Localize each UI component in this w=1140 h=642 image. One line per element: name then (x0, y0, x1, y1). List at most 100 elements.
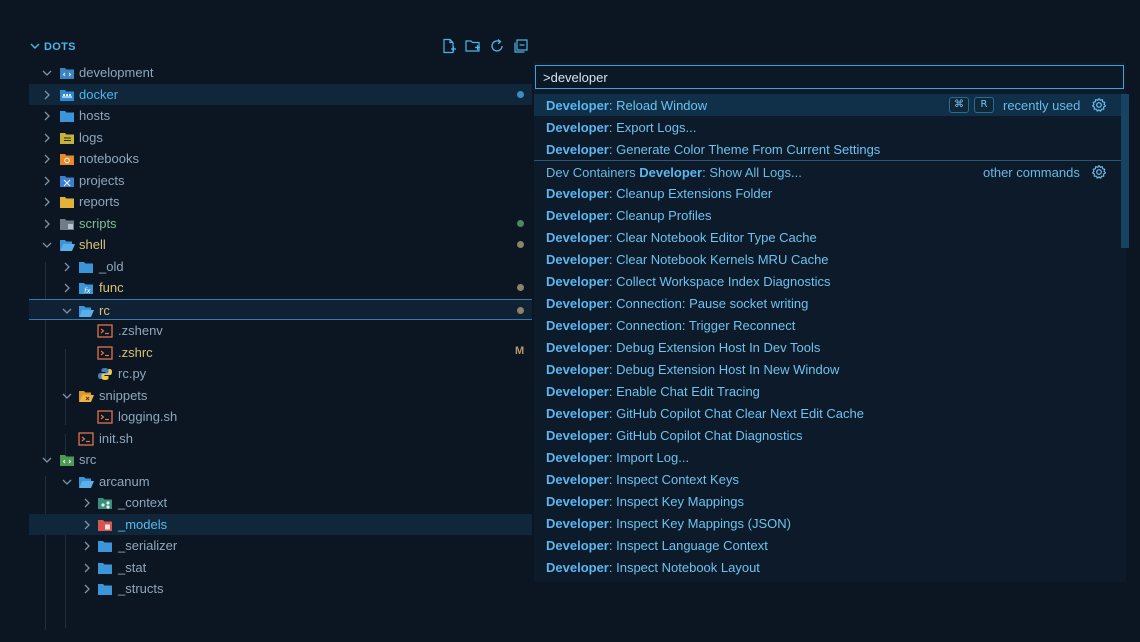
command-item[interactable]: Developer: Connection: Trigger Reconnect (534, 314, 1121, 336)
refresh-icon[interactable] (489, 38, 505, 54)
command-item[interactable]: Developer: Debug Extension Host In New W… (534, 358, 1121, 380)
shell-file-icon (97, 324, 113, 338)
command-item[interactable]: Developer: Clear Notebook Editor Type Ca… (534, 226, 1121, 248)
command-item[interactable]: Developer: Inspect Notebook Layout (534, 556, 1121, 578)
command-item[interactable]: Developer: Collect Workspace Index Diagn… (534, 270, 1121, 292)
command-item[interactable]: Developer: Inspect Context Keys (534, 468, 1121, 490)
collapse-all-icon[interactable] (513, 38, 529, 54)
command-name: : Connection: Trigger Reconnect (608, 318, 796, 333)
command-item[interactable]: Developer: Inspect Key Mappings (JSON) (534, 512, 1121, 534)
new-file-icon[interactable] (441, 38, 457, 54)
command-label: Developer: GitHub Copilot Chat Diagnosti… (546, 428, 803, 443)
folder-notebooks-icon (60, 154, 74, 165)
tree-folder-projects[interactable]: projects (29, 170, 532, 192)
tree-folder-structs[interactable]: _structs (29, 578, 532, 600)
tree-folder-func[interactable]: fx func (29, 277, 532, 299)
command-label: Developer: Clear Notebook Editor Type Ca… (546, 230, 817, 245)
chevron-down-icon (62, 479, 72, 485)
command-name: : Cleanup Profiles (608, 208, 712, 223)
command-match-highlight: Developer (546, 230, 609, 245)
command-name: : Debug Extension Host In Dev Tools (608, 340, 821, 355)
command-name: : Inspect Key Mappings (JSON) (608, 516, 791, 531)
command-item[interactable]: Developer: Connection: Pause socket writ… (534, 292, 1121, 314)
folder-logs-icon (60, 132, 74, 144)
command-match-highlight: Developer (546, 318, 609, 333)
tree-item-label: init.sh (99, 430, 133, 446)
chevron-right-icon (44, 219, 50, 228)
tree-folder-reports[interactable]: reports (29, 191, 532, 213)
tree-file-rc-py[interactable]: rc.py (29, 363, 532, 385)
command-palette-input-box[interactable] (535, 65, 1124, 89)
command-palette-input[interactable] (536, 66, 1123, 88)
command-item[interactable]: Developer: Import Log... (534, 446, 1121, 468)
chevron-right-icon (64, 262, 70, 271)
configure-keybinding-gear-icon[interactable] (1091, 164, 1107, 180)
folder-open-icon (79, 476, 94, 488)
command-item[interactable]: Developer: GitHub Copilot Chat Clear Nex… (534, 402, 1121, 424)
command-item[interactable]: Dev Containers Developer: Show All Logs.… (534, 160, 1121, 182)
chevron-down-icon (42, 242, 52, 248)
command-item[interactable]: Developer: GitHub Copilot Chat Diagnosti… (534, 424, 1121, 446)
command-label: Developer: Inspect Language Context (546, 538, 768, 553)
tree-folder-models[interactable]: _models (29, 513, 532, 535)
command-item[interactable]: Developer: Cleanup Profiles (534, 204, 1121, 226)
tree-file-zshenv[interactable]: .zshenv (29, 320, 532, 342)
new-folder-icon[interactable] (465, 38, 481, 54)
tree-folder-notebooks[interactable]: notebooks (29, 148, 532, 170)
tree-folder-scripts[interactable]: scripts (29, 213, 532, 235)
command-label: Developer: Debug Extension Host In Dev T… (546, 340, 820, 355)
command-name: : Inspect Language Context (608, 538, 768, 553)
command-item[interactable]: Developer: Reload Window ⌘ Rrecently used (534, 94, 1121, 116)
tree-folder-context[interactable]: _context (29, 492, 532, 514)
folder-icon (98, 562, 112, 574)
tree-folder-snippets[interactable]: snippets (29, 385, 532, 407)
tree-folder-shell[interactable]: shell (29, 234, 532, 256)
tree-file-zshrc[interactable]: .zshrc M (29, 342, 532, 364)
shell-file-icon (97, 345, 113, 360)
folder-open-icon (79, 305, 94, 317)
tree-folder-logs[interactable]: logs (29, 127, 532, 149)
command-match-highlight: Developer (546, 494, 609, 509)
explorer-header[interactable]: DOTS (29, 36, 532, 58)
command-name: : Clear Notebook Kernels MRU Cache (608, 252, 829, 267)
command-match-highlight: Developer (546, 120, 609, 135)
command-item[interactable]: Developer: Clear Notebook Kernels MRU Ca… (534, 248, 1121, 270)
tree-folder-development[interactable]: development (29, 62, 532, 84)
command-label: Dev Containers Developer: Show All Logs.… (546, 165, 802, 180)
command-item[interactable]: Developer: Cleanup Extensions Folder (534, 182, 1121, 204)
command-match-highlight: Developer (546, 384, 609, 399)
tree-file-init-sh[interactable]: init.sh (29, 428, 532, 450)
command-palette: Developer: Reload Window⌘Rrecently usedD… (534, 62, 1129, 582)
chevron-down-icon (62, 393, 72, 399)
command-list-scrollbar[interactable] (1121, 94, 1129, 248)
tree-folder-docker[interactable]: docker (29, 83, 532, 105)
command-item[interactable]: Developer: Inspect Key Mappings (534, 490, 1121, 512)
command-label: Developer: Reload Window (546, 98, 707, 113)
chevron-right-icon (64, 283, 70, 293)
command-item[interactable]: Developer: Debug Extension Host In Dev T… (534, 336, 1121, 358)
tree-folder-old[interactable]: _old (29, 256, 532, 278)
chevron-down-icon (42, 70, 52, 76)
chevron-down-icon[interactable] (29, 40, 41, 52)
command-item[interactable]: Developer: Export Logs... (534, 116, 1121, 138)
command-name: : Clear Notebook Editor Type Cache (608, 230, 817, 245)
chevron-right-icon (44, 197, 50, 207)
command-match-highlight: Developer (546, 142, 609, 157)
tree-folder-arcanum[interactable]: arcanum (29, 471, 532, 493)
python-icon (98, 368, 112, 380)
tree-item-label: .zshrc (118, 344, 153, 360)
command-label: Developer: Inspect Key Mappings (JSON) (546, 516, 791, 531)
tree-item-label: rc (99, 302, 110, 318)
command-label: Developer: Export Logs... (546, 120, 696, 135)
command-item[interactable]: Developer: Enable Chat Edit Tracing (534, 380, 1121, 402)
tree-folder-hosts[interactable]: hosts (29, 105, 532, 127)
command-item[interactable]: Developer: Generate Color Theme From Cur… (534, 138, 1121, 160)
command-item[interactable]: Developer: Inspect Language Context (534, 534, 1121, 556)
tree-folder-src[interactable]: src (29, 449, 532, 471)
configure-keybinding-gear-icon[interactable] (1091, 97, 1107, 113)
tree-folder-rc[interactable]: rc (29, 298, 532, 320)
tree-file-logging-sh[interactable]: logging.sh (29, 406, 532, 428)
tree-folder-stat[interactable]: _stat (29, 557, 532, 579)
tree-folder-serializer[interactable]: _serializer (29, 535, 532, 557)
folder-src-icon (60, 455, 74, 466)
